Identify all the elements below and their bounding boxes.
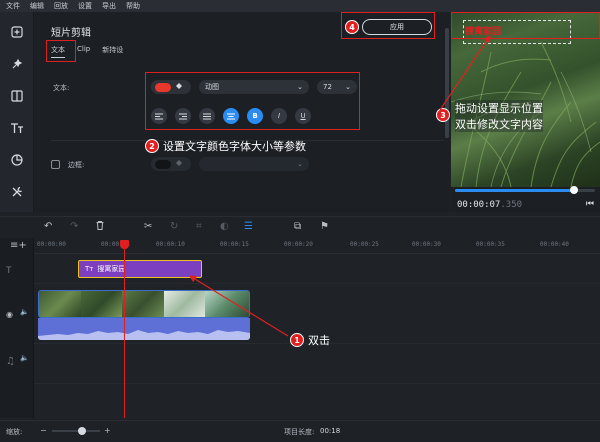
thumbnail [39, 291, 81, 317]
thumbnail [80, 291, 123, 317]
music-track [34, 344, 600, 384]
add-track-icon[interactable]: ≡+ [10, 240, 27, 251]
tick-label: 00:00:00 [37, 241, 66, 248]
undo-icon[interactable]: ↶ [44, 221, 52, 232]
marker-icon[interactable]: ⚑ [320, 221, 329, 232]
status-bar: 缩放: − + 项目长度: 00:18 [0, 420, 600, 442]
titles-icon: Tт [85, 265, 94, 273]
video-track-audio-icon[interactable]: 🔈 [20, 308, 29, 316]
overlay-icon[interactable]: ⧉ [294, 221, 301, 232]
annotation-text-1: 双击 [308, 334, 330, 347]
border-checkbox[interactable] [51, 160, 60, 169]
annotation-preview-highlight [451, 12, 600, 39]
time-ruler[interactable]: 00:00:00 00:00:05 00:00:10 00:00:15 00:0… [34, 238, 600, 254]
tools-icon[interactable] [7, 182, 27, 202]
stickers-icon[interactable] [7, 150, 27, 170]
text-clip-label: 搜寓家园 [97, 265, 126, 273]
annotation-text-2: 设置文字颜色字体大小等参数 [163, 140, 306, 153]
menu-export[interactable]: 导出 [102, 1, 116, 11]
seek-progress [455, 189, 574, 192]
titles-icon[interactable] [7, 118, 27, 138]
audio-waveform[interactable] [38, 318, 250, 340]
zoom-handle[interactable] [78, 427, 86, 435]
menu-settings[interactable]: 设置 [78, 1, 92, 11]
import-icon[interactable] [7, 22, 27, 42]
annotation-format-highlight [145, 72, 360, 130]
border-width-dropdown[interactable]: ⌄ [199, 157, 309, 171]
annotation-badge-4: 4 [345, 20, 359, 34]
annotation-badge-1: 1 [290, 333, 304, 347]
color-adjust-icon[interactable]: ◐ [220, 221, 229, 232]
menu-help[interactable]: 帮助 [126, 1, 140, 11]
annotation-text-3b: 双击修改文字内容 [455, 116, 543, 132]
zoom-label: 缩放: [6, 428, 23, 436]
seek-bar[interactable] [455, 186, 595, 194]
waveform [38, 330, 250, 340]
tick-label: 00:00:40 [540, 241, 569, 248]
delete-icon[interactable] [96, 221, 104, 233]
annotation-badge-2: 2 [145, 139, 159, 153]
border-label: 边框: [68, 161, 85, 169]
chevron-down-icon: ⌄ [297, 160, 303, 168]
player-controls: 00:00:07.350 ⏮ [451, 186, 600, 212]
thumbnail [163, 291, 206, 317]
thumbnail [205, 291, 249, 317]
video-track-visibility-icon[interactable]: ◉ [6, 310, 13, 319]
tick-label: 00:00:30 [412, 241, 441, 248]
video-clip[interactable] [38, 290, 250, 318]
skip-to-start-icon[interactable]: ⏮ [586, 199, 594, 209]
current-time: 00:00:07.350 [457, 200, 522, 210]
effects-icon[interactable] [7, 54, 27, 74]
menu-edit[interactable]: 编辑 [30, 1, 44, 11]
border-color-picker[interactable] [151, 157, 191, 171]
text-track-icon: T [6, 266, 12, 276]
menu-playback[interactable]: 回放 [54, 1, 68, 11]
annotation-text-3a: 拖动设置显示位置 [455, 100, 543, 116]
panel-title: 短片剪辑 [51, 28, 91, 39]
seek-handle[interactable] [570, 186, 578, 194]
thumbnail [122, 291, 164, 317]
music-track-icon: ♫ [6, 356, 15, 367]
tick-label: 00:00:15 [220, 241, 249, 248]
project-length-label: 项目长度: [284, 428, 315, 436]
crop-icon[interactable]: ⌗ [196, 221, 202, 232]
timeline-toolbar: ↶ ↷ ✂ ↻ ⌗ ◐ ☰ ⧉ ⚑ [0, 216, 600, 238]
tick-label: 00:00:25 [350, 241, 379, 248]
tool-sidebar [0, 12, 34, 212]
border-swatch [155, 159, 171, 169]
tick-label: 00:00:20 [284, 241, 313, 248]
menu-file[interactable]: 文件 [6, 1, 20, 11]
text-label: 文本: [53, 84, 70, 92]
zoom-in-icon[interactable]: + [104, 426, 111, 435]
time-main: 00:00:07 [457, 200, 501, 210]
track-headers: ≡+ T ◉ 🔈 ♫ 🔈 [0, 238, 34, 418]
rotate-icon[interactable]: ↻ [170, 221, 178, 232]
annotation-tab-highlight [46, 40, 76, 62]
fill-bucket-icon [175, 159, 183, 169]
clip-properties-icon[interactable]: ☰ [244, 221, 253, 232]
tick-label: 00:00:10 [156, 241, 185, 248]
cut-icon[interactable]: ✂ [144, 221, 152, 232]
redo-icon[interactable]: ↷ [70, 221, 78, 232]
playhead[interactable] [124, 240, 125, 418]
zoom-out-icon[interactable]: − [40, 426, 47, 435]
zoom-slider[interactable] [52, 427, 100, 435]
menu-bar: 文件 编辑 回放 设置 导出 帮助 [0, 0, 600, 12]
playhead-handle[interactable] [120, 240, 129, 249]
tab-new-preset[interactable]: 新持设 [102, 45, 123, 58]
transitions-icon[interactable] [7, 86, 27, 106]
annotation-badge-3: 3 [436, 108, 450, 122]
text-clip[interactable]: Tт 搜寓家园 [78, 260, 202, 278]
music-track-audio-icon[interactable]: 🔈 [20, 354, 29, 362]
tick-label: 00:00:35 [476, 241, 505, 248]
tab-clip[interactable]: Clip [77, 45, 90, 58]
project-length-value: 00:18 [320, 427, 341, 435]
time-ms: .350 [500, 200, 523, 210]
